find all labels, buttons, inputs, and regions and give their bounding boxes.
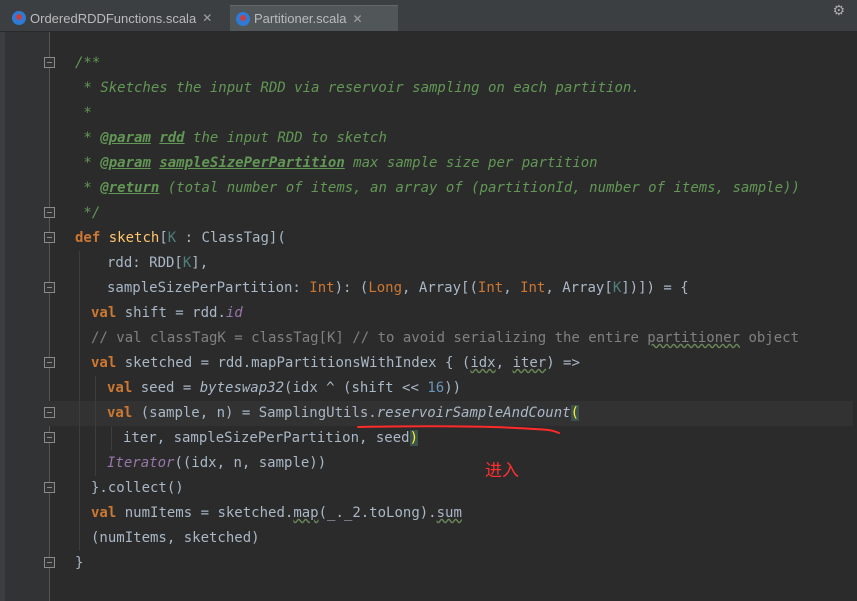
code-text: ((idx, n, sample)) [174, 455, 327, 471]
code-text: [( [461, 280, 478, 296]
doc-comment: * [75, 130, 101, 146]
code-text: (idx ^ (shift << [284, 380, 428, 396]
type-name: Long [368, 280, 403, 296]
code-line: * [75, 101, 92, 126]
type-name: Int [309, 280, 335, 296]
code-text: )) [444, 380, 462, 396]
code-line: val shift = rdd.id [91, 301, 243, 326]
code-text: }.collect() [91, 480, 184, 496]
keyword: val [91, 505, 117, 521]
keyword: val [91, 355, 117, 371]
code-text: ) => [546, 355, 580, 371]
code-line: */ [75, 201, 100, 226]
code-text: , [402, 280, 419, 296]
code-line: Iterator((idx, n, sample)) [107, 451, 326, 476]
code-text: (_._2.toLong). [318, 505, 437, 521]
code-text: ])]) = { [621, 280, 689, 296]
code-text: sketched = rdd.mapPartitionsWithIndex { … [116, 355, 471, 371]
code-text: shift = rdd. [116, 305, 226, 321]
red-underline-annotation [357, 425, 560, 434]
doc-tag: @param [100, 155, 151, 171]
annotation-label: 进入 [485, 461, 519, 481]
type-param: K [167, 230, 177, 246]
doc-comment: /** [75, 55, 101, 71]
code-line: def sketch[K : ClassTag]( [75, 226, 286, 251]
keyword: def [75, 230, 101, 246]
code-text: , [545, 280, 563, 296]
code-editor[interactable]: /** * Sketches the input RDD via reservo… [0, 0, 857, 601]
code-line: rdd: RDD[K], [107, 251, 208, 276]
keyword: val [107, 405, 133, 421]
type-param: K [612, 280, 622, 296]
code-text: ): ( [334, 280, 369, 296]
code-line: (numItems, sketched) [91, 526, 260, 551]
object-name: Iterator [107, 455, 175, 471]
method-call: byteswap32 [199, 380, 285, 396]
code-line: val sketched = rdd.mapPartitionsWithInde… [91, 351, 580, 376]
method-call: sum [436, 505, 462, 521]
code-text: : ClassTag]( [176, 230, 286, 246]
doc-comment: (total number of items, an array of (par… [159, 180, 800, 196]
doc-tag: @return [100, 180, 160, 196]
code-line: }.collect() [91, 476, 184, 501]
method-call: reservoirSampleAndCount [376, 405, 571, 421]
code-line: * @param rdd the input RDD to sketch [75, 126, 387, 151]
code-line: sampleSizePerPartition: Int): (Long, Arr… [107, 276, 689, 301]
line-comment: // val classTagK = classTag[K] // to avo… [91, 330, 648, 346]
vertical-scrollbar[interactable] [853, 32, 857, 601]
code-line: * Sketches the input RDD via reservoir s… [75, 76, 640, 101]
doc-comment: * [75, 105, 92, 121]
doc-comment: * [75, 180, 101, 196]
number-literal: 16 [427, 380, 445, 396]
type-name: Int [520, 280, 546, 296]
code-text: , [495, 355, 513, 371]
doc-comment: * [75, 155, 101, 171]
code-line: // val classTagK = classTag[K] // to avo… [91, 326, 799, 351]
type-name: Int [477, 280, 504, 296]
doc-comment: max sample size per partition [344, 155, 598, 171]
code-text: sampleSizePerPartition: [107, 280, 310, 296]
code-text: iter [512, 355, 547, 371]
doc-comment: the input RDD to sketch [184, 130, 387, 146]
line-comment: object [740, 330, 800, 346]
code-text: numItems = sketched. [116, 505, 294, 521]
code-text: [ [159, 230, 168, 246]
line-comment: partitioner [647, 330, 741, 346]
code-line: /** [75, 51, 100, 76]
brace-match: ( [570, 405, 580, 421]
code-text: (sample, n) = SamplingUtils. [132, 405, 377, 421]
doc-tag: @param [100, 130, 151, 146]
code-text: , [503, 280, 521, 296]
type-name: Array [562, 280, 605, 296]
function-name: sketch [108, 230, 160, 246]
code-line: val seed = byteswap32(idx ^ (shift << 16… [107, 376, 461, 401]
method-call: map [293, 505, 319, 521]
doc-param-name: sampleSizePerPartition [159, 155, 345, 171]
field-name: id [225, 305, 243, 321]
code-text: idx [470, 355, 496, 371]
code-line: * @param sampleSizePerPartition max samp… [75, 151, 598, 176]
code-line: } [75, 551, 83, 576]
code-text: (numItems, sketched) [91, 530, 260, 546]
doc-comment: */ [75, 205, 101, 221]
type-name: Array [418, 280, 462, 296]
keyword: val [91, 305, 117, 321]
code-line: val (sample, n) = SamplingUtils.reservoi… [107, 401, 580, 426]
code-text: [ [604, 280, 613, 296]
code-line: * @return (total number of items, an arr… [75, 176, 800, 201]
code-text: ], [191, 255, 209, 271]
doc-param-name: rdd [159, 130, 185, 146]
code-line: val numItems = sketched.map(_._2.toLong)… [91, 501, 462, 526]
code-text: rdd: RDD[ [107, 255, 183, 271]
keyword: val [107, 380, 133, 396]
code-text: seed = [132, 380, 200, 396]
code-text: } [75, 555, 84, 571]
doc-comment: * Sketches the input RDD via reservoir s… [75, 80, 640, 96]
